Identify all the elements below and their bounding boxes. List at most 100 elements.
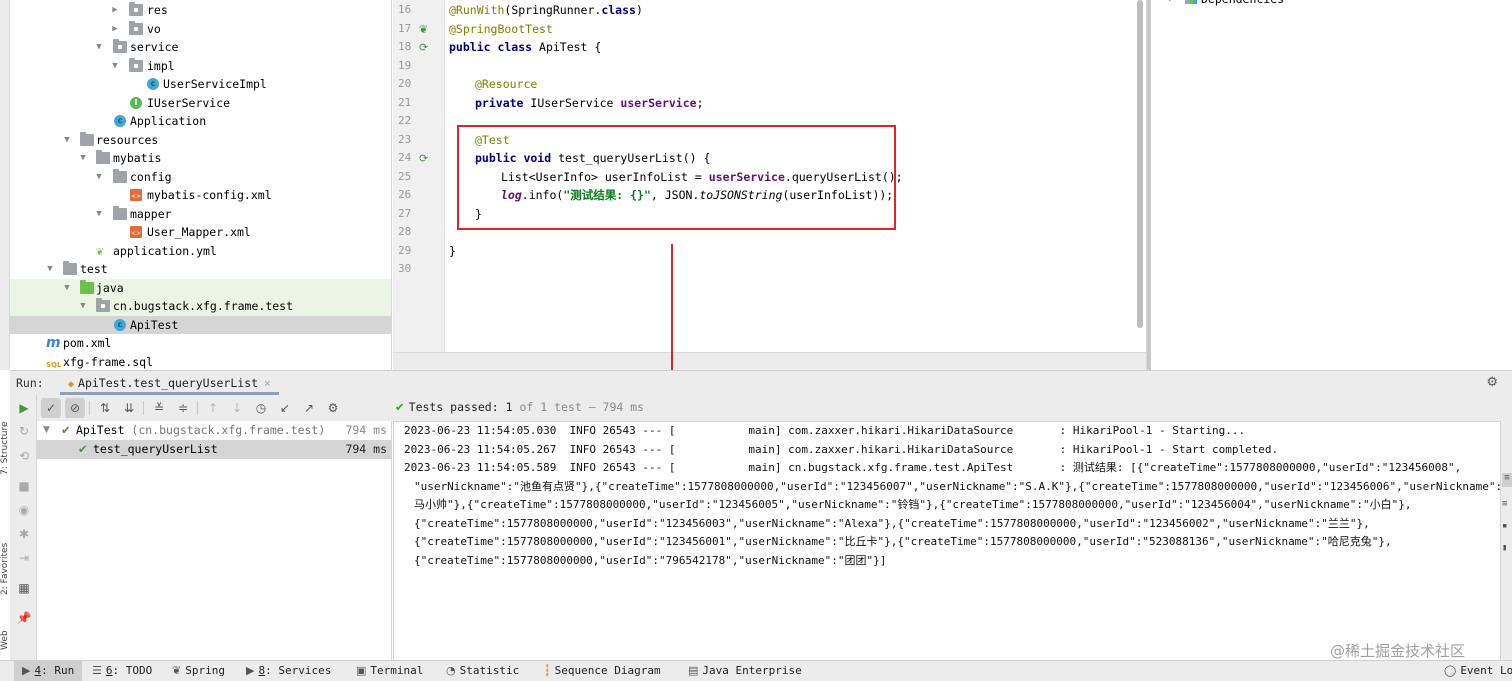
expand-arrow-icon[interactable]: ▶ <box>1169 0 1176 3</box>
run-test-method-icon[interactable]: ⟳ <box>419 153 431 165</box>
tool-java-enterprise[interactable]: ▤ Java Enterprise <box>688 661 802 681</box>
tree-item-user-mapper-xml[interactable]: <> User_Mapper.xml <box>10 223 391 242</box>
collapse-arrow-icon[interactable]: ▼ <box>94 38 104 57</box>
tree-item-mybatis[interactable]: ▼ mybatis <box>10 149 391 168</box>
print-icon[interactable]: ▪ <box>1502 521 1507 531</box>
line-number: 23 <box>398 132 412 146</box>
collapse-arrow-icon[interactable]: ▼ <box>45 260 55 279</box>
tree-item-mybatis-config-xml[interactable]: <> mybatis-config.xml <box>10 186 391 205</box>
collapse-arrow-icon[interactable]: ▼ <box>94 205 104 224</box>
project-tree[interactable]: ▶ res ▶ vo ▼ service ▼ impl c UserServic… <box>10 0 392 370</box>
test-results-tree[interactable]: ▼ ✔ ApiTest (cn.bugstack.xfg.frame.test)… <box>37 421 392 660</box>
tree-item-pom-xml[interactable]: m pom.xml <box>10 334 391 353</box>
tool-todo[interactable]: ☰ 6: TODO <box>92 661 152 681</box>
test-suite-row[interactable]: ▼ ✔ ApiTest (cn.bugstack.xfg.frame.test)… <box>37 421 391 440</box>
xml-file-icon: <> <box>130 226 142 238</box>
package-icon <box>129 57 143 72</box>
tree-item-test[interactable]: ▼ test <box>10 260 391 279</box>
editor-horizontal-scrollbar[interactable] <box>393 352 1146 370</box>
collapse-arrow-icon[interactable]: ▼ <box>78 149 88 168</box>
tree-item-test-package[interactable]: ▼ cn.bugstack.xfg.frame.test <box>10 297 391 316</box>
tree-item-resources[interactable]: ▼ resources <box>10 131 391 150</box>
gear-icon[interactable]: ⚙ <box>1486 375 1498 390</box>
tree-item-res[interactable]: ▶ res <box>10 1 391 20</box>
run-icon: ▶ <box>22 664 31 677</box>
tool-statistic[interactable]: ◔ Statistic <box>446 661 519 681</box>
collapse-all-icon[interactable]: ≑ <box>173 398 193 418</box>
tool-sequence-diagram[interactable]: ┇ Sequence Diagram <box>544 661 661 681</box>
expand-arrow-icon[interactable]: ▶ <box>110 1 120 20</box>
camera-icon[interactable]: ◉ <box>15 501 33 519</box>
run-tab[interactable]: ◆ ApiTest.test_queryUserList × <box>60 371 279 395</box>
sort-by-duration-icon[interactable]: ⇊ <box>119 398 139 418</box>
tool-spring[interactable]: ❦ Spring <box>172 661 225 681</box>
check-icon: ✔ <box>61 423 71 437</box>
tree-item-xfg-frame-sql[interactable]: SQL xfg-frame.sql <box>10 353 391 371</box>
code-editor[interactable]: 16 17 18 19 20 21 22 23 24 25 26 27 28 2… <box>393 0 1146 370</box>
resources-folder-icon <box>80 131 94 146</box>
watermark: @稀土掘金技术社区 <box>1330 642 1466 660</box>
event-log-icon: ◯ <box>1444 664 1457 677</box>
toggle-auto-test-icon[interactable]: ⟲ <box>15 447 33 465</box>
console-output[interactable]: 2023-06-23 11:54:05.030 INFO 26543 --- [… <box>393 421 1500 660</box>
tree-item-mapper[interactable]: ▼ mapper <box>10 205 391 224</box>
soft-wrap-icon[interactable]: ≡ <box>1502 473 1512 487</box>
tree-item-userserviceimpl[interactable]: c UserServiceImpl <box>10 75 391 94</box>
previous-failed-icon[interactable]: ↑ <box>203 398 223 418</box>
panel-divider[interactable] <box>1147 0 1151 370</box>
tool-services[interactable]: ▶ 8: Services <box>246 661 331 681</box>
collapse-arrow-icon[interactable]: ▼ <box>62 131 72 150</box>
tree-item-application[interactable]: c Application <box>10 112 391 131</box>
tree-item-application-yml[interactable]: ❦ application.yml <box>10 242 391 261</box>
dependencies-item[interactable]: Dependencies <box>1201 0 1284 6</box>
web-tool-label[interactable]: Web <box>0 610 10 650</box>
tree-item-service[interactable]: ▼ service <box>10 38 391 57</box>
collapse-arrow-icon[interactable]: ▼ <box>110 57 120 76</box>
structure-tool-label[interactable]: 7: Structure <box>0 380 10 476</box>
xml-file-icon: <> <box>130 189 142 201</box>
tree-item-iuserservice[interactable]: I IUserService <box>10 94 391 113</box>
favorites-tool-label[interactable]: 2: Favorites <box>0 495 10 595</box>
clear-all-icon[interactable]: ▮ <box>1502 543 1507 553</box>
tool-run[interactable]: ▶ 4: Run <box>14 661 83 681</box>
collapse-arrow-icon[interactable]: ▼ <box>62 279 72 298</box>
import-tests-icon[interactable]: ↙ <box>275 398 295 418</box>
tree-item-impl[interactable]: ▼ impl <box>10 57 391 76</box>
next-failed-icon[interactable]: ↓ <box>227 398 247 418</box>
tree-item-vo[interactable]: ▶ vo <box>10 20 391 39</box>
export-tests-icon[interactable]: ↗ <box>299 398 319 418</box>
tree-item-java[interactable]: ▼ java <box>10 278 391 298</box>
pin-icon[interactable]: 📌 <box>15 609 33 627</box>
collapse-arrow-icon[interactable]: ▼ <box>43 421 50 440</box>
collapse-arrow-icon[interactable]: ▼ <box>94 168 104 187</box>
show-passed-icon[interactable]: ✓ <box>41 398 61 418</box>
import-icon[interactable]: ⇥ <box>15 549 33 567</box>
expand-all-icon[interactable]: ≚ <box>149 398 169 418</box>
settings-icon[interactable]: ⚙ <box>323 398 343 418</box>
scroll-to-end-icon[interactable]: ≡ <box>1502 499 1507 509</box>
tree-item-config[interactable]: ▼ config <box>10 168 391 187</box>
rerun-icon[interactable]: ▶ <box>15 399 33 417</box>
close-tab-icon[interactable]: × <box>264 376 271 390</box>
test-case-row[interactable]: ✔ test_queryUserList 794 ms <box>37 440 391 459</box>
rerun-failed-icon[interactable]: ↻ <box>15 422 33 440</box>
line-number: 24 <box>398 151 412 164</box>
run-tab-label: ApiTest.test_queryUserList <box>78 376 259 390</box>
show-ignored-icon[interactable]: ⊘ <box>65 398 85 418</box>
sort-alphabetically-icon[interactable]: ⇅ <box>95 398 115 418</box>
folder-icon <box>113 168 127 183</box>
tree-item-apitest[interactable]: c ApiTest <box>10 315 391 334</box>
editor-vertical-scrollbar[interactable] <box>1137 0 1143 328</box>
expand-arrow-icon[interactable]: ▶ <box>110 20 120 39</box>
layout-icon[interactable]: ▦ <box>15 579 33 597</box>
stop-icon[interactable]: ■ <box>15 477 33 495</box>
collapse-arrow-icon[interactable]: ▼ <box>78 297 88 316</box>
line-number: 27 <box>398 206 412 220</box>
run-test-class-icon[interactable]: ⟳ <box>419 42 431 54</box>
tool-event-log[interactable]: ◯Event Log <box>1444 661 1512 681</box>
tool-terminal[interactable]: ▣ Terminal <box>356 661 423 681</box>
debug-icon[interactable]: ✱ <box>15 525 33 543</box>
test-history-icon[interactable]: ◷ <box>251 398 271 418</box>
code-line-20: @Resource <box>475 77 538 91</box>
spring-bean-icon[interactable]: ❦ <box>419 24 431 36</box>
